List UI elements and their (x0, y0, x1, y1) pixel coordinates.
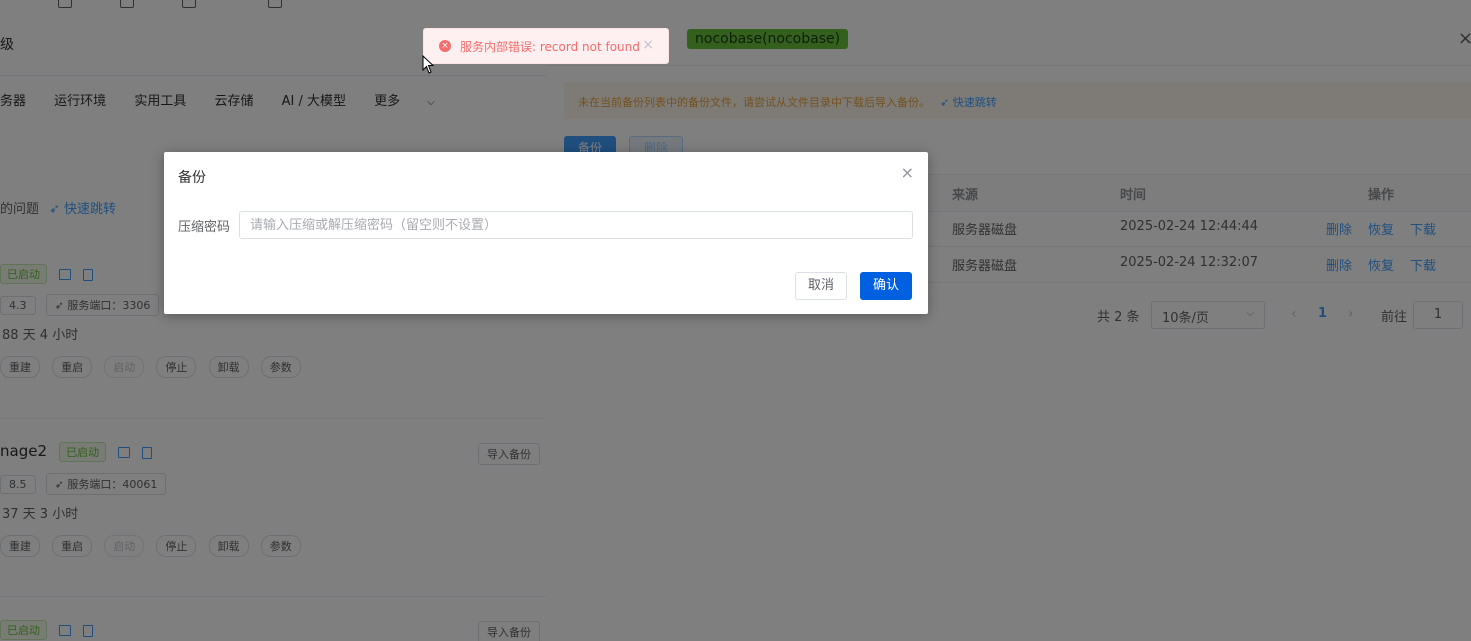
error-toast: × 服务内部错误: record not found × (423, 28, 669, 64)
dialog-title: 备份 (178, 170, 206, 186)
confirm-button[interactable]: 确认 (860, 272, 913, 300)
toast-message: 服务内部错误: record not found (460, 40, 640, 54)
close-icon[interactable]: × (642, 37, 654, 53)
password-label: 压缩密码 (178, 220, 231, 235)
cursor-icon (422, 55, 434, 74)
error-icon: × (439, 40, 451, 52)
password-input[interactable] (239, 211, 913, 239)
close-icon[interactable]: × (901, 163, 914, 182)
cancel-button[interactable]: 取消 (795, 272, 848, 300)
modal-mask[interactable] (0, 0, 1471, 641)
backup-dialog: 备份 × 压缩密码 取消 确认 (164, 152, 928, 314)
